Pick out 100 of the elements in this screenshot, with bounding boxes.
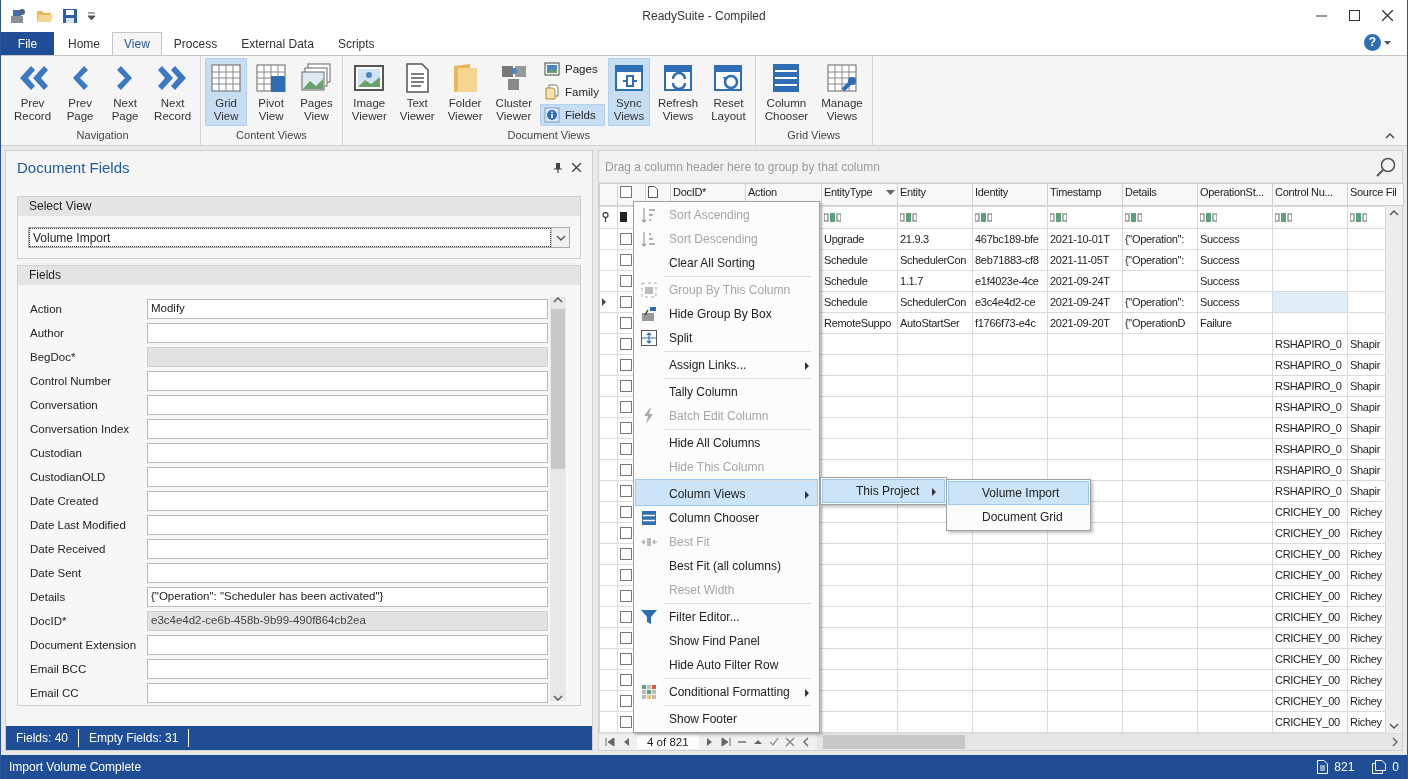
checkbox[interactable] (620, 674, 632, 686)
menu-item[interactable]: Hide Group By Box (635, 302, 818, 326)
check-icon[interactable] (768, 737, 779, 747)
collapse-caret-icon[interactable] (1385, 133, 1395, 139)
checkbox[interactable] (620, 569, 632, 581)
checkbox[interactable] (620, 338, 632, 350)
pin-icon[interactable] (554, 162, 562, 173)
text-field[interactable] (147, 491, 548, 512)
ribbon-button[interactable]: Refresh Views (652, 58, 704, 126)
ribbon-tab[interactable]: Home (56, 32, 112, 55)
checkbox[interactable] (620, 485, 632, 497)
checkbox[interactable] (620, 590, 632, 602)
caret-icon[interactable] (87, 11, 96, 20)
menu-item[interactable]: Split (635, 326, 818, 350)
menu-item[interactable]: Document Grid (948, 505, 1089, 529)
view-dropdown[interactable]: Volume Import (28, 227, 570, 249)
first-record-icon[interactable] (605, 737, 615, 747)
column-header[interactable]: Control Nu... (1272, 183, 1348, 206)
checkbox[interactable] (620, 695, 632, 707)
chevron-up-icon[interactable] (1389, 210, 1399, 216)
ribbon-button[interactable]: Image Viewer (346, 58, 392, 126)
text-field[interactable] (147, 443, 548, 464)
save-icon[interactable] (63, 8, 77, 23)
close-icon[interactable] (1382, 10, 1393, 21)
checkbox[interactable] (620, 186, 632, 198)
text-field[interactable] (147, 539, 548, 560)
checkbox[interactable] (620, 275, 632, 287)
chevron-down-icon[interactable] (553, 695, 563, 702)
up-triangle-icon[interactable] (752, 737, 763, 747)
ribbon-button[interactable]: Prev Record (9, 58, 57, 126)
dropdown-arrow-icon[interactable] (886, 189, 895, 195)
text-field[interactable] (147, 395, 548, 416)
column-header[interactable]: Details (1122, 183, 1198, 206)
checkbox[interactable] (620, 464, 632, 476)
ribbon-tab[interactable]: Process (161, 32, 230, 55)
text-field[interactable] (147, 563, 548, 584)
ribbon-tab[interactable]: View (112, 32, 162, 55)
checkbox[interactable] (620, 254, 632, 266)
column-header[interactable]: Identity (972, 183, 1048, 206)
ribbon-button[interactable]: Text Viewer (394, 58, 440, 126)
app-icon[interactable] (10, 7, 26, 24)
file-tab[interactable]: File (1, 32, 54, 55)
row-indicator[interactable] (599, 291, 618, 313)
ribbon-tab[interactable]: Scripts (325, 32, 387, 55)
scrollbar[interactable] (1386, 206, 1402, 733)
column-header[interactable]: Timestamp (1047, 183, 1123, 206)
ribbon-button[interactable]: Pages (540, 58, 605, 80)
ribbon-button[interactable]: Cluster Viewer (490, 58, 538, 126)
ribbon-button[interactable]: Next Page (104, 58, 147, 126)
menu-item[interactable]: Column Chooser (635, 506, 818, 530)
ribbon-button[interactable]: Fields (540, 104, 605, 126)
text-field[interactable] (147, 683, 548, 704)
column-header[interactable]: Source Fil (1347, 183, 1404, 206)
close-icon[interactable] (572, 163, 581, 173)
ribbon-button[interactable]: Pages View (295, 58, 338, 126)
text-field[interactable]: {"Operation": "Scheduler has been activated"} (147, 587, 548, 608)
last-record-icon[interactable] (720, 737, 731, 747)
ribbon-button[interactable]: Grid View (205, 58, 248, 126)
text-field[interactable] (147, 635, 548, 656)
caret-icon[interactable] (1384, 40, 1391, 45)
text-field[interactable] (147, 467, 548, 488)
chevron-down-icon[interactable] (1389, 723, 1399, 729)
ribbon-button[interactable]: Sync Views (607, 58, 650, 126)
checkbox[interactable] (620, 506, 632, 518)
chevron-up-icon[interactable] (553, 297, 563, 304)
text-field[interactable]: Modify (147, 299, 548, 320)
menu-item[interactable]: Best Fit (all columns) (635, 554, 818, 578)
ribbon-button[interactable]: Next Record (149, 58, 197, 126)
checkbox[interactable] (620, 443, 632, 455)
menu-item[interactable]: Hide Auto Filter Row (635, 653, 818, 677)
ribbon-tab[interactable]: External Data (229, 32, 326, 55)
text-field[interactable] (147, 323, 548, 344)
checkbox[interactable] (620, 527, 632, 539)
ribbon-button[interactable]: Folder Viewer (442, 58, 488, 126)
checkbox[interactable] (620, 548, 632, 560)
checkbox[interactable] (620, 380, 632, 392)
menu-item[interactable]: Clear All Sorting (635, 251, 818, 275)
scrollbar[interactable] (816, 734, 1402, 750)
search-icon[interactable] (1376, 156, 1396, 177)
text-field[interactable] (147, 515, 548, 536)
ribbon-button[interactable]: Column Chooser (759, 58, 814, 126)
column-header[interactable]: EntityType (821, 183, 898, 206)
column-header[interactable]: OperationSt... (1197, 183, 1273, 206)
text-field[interactable] (147, 659, 548, 680)
maximize-icon[interactable] (1349, 10, 1360, 21)
text-field[interactable] (147, 419, 548, 440)
checkbox[interactable] (620, 716, 632, 728)
menu-item[interactable]: Volume Import (948, 481, 1089, 505)
checkbox[interactable] (620, 359, 632, 371)
checkbox[interactable] (620, 317, 632, 329)
checkbox[interactable] (620, 233, 632, 245)
ribbon-button[interactable]: Prev Page (59, 58, 102, 126)
chevron-right-icon[interactable] (1392, 737, 1398, 747)
menu-item[interactable]: This Project (822, 479, 945, 503)
checkbox[interactable] (620, 653, 632, 665)
ribbon-button[interactable]: Manage Views (816, 58, 868, 126)
x-icon[interactable] (784, 737, 795, 747)
checkbox[interactable] (620, 296, 632, 308)
scrollbar[interactable] (550, 297, 566, 702)
checkbox[interactable] (620, 401, 632, 413)
